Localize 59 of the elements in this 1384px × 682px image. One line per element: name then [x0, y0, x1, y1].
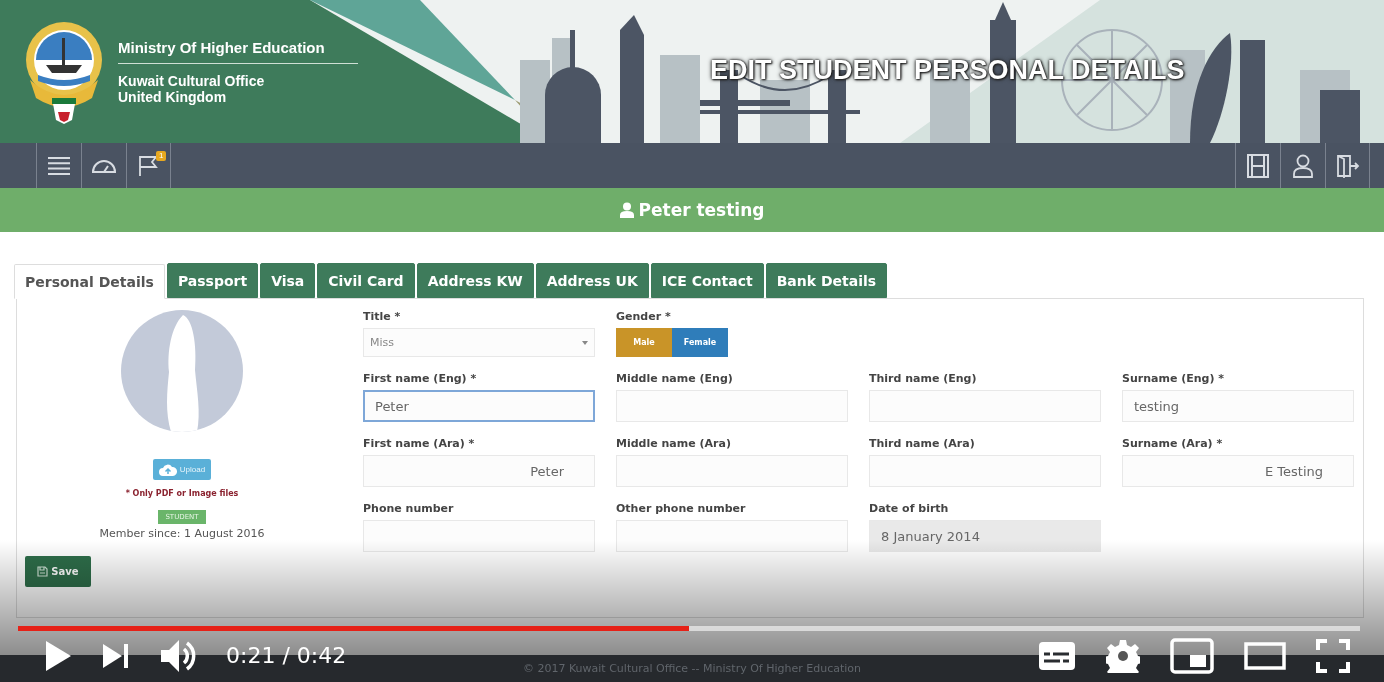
input-field[interactable]: Peter	[363, 390, 595, 422]
field-label: Third name (Eng)	[869, 372, 978, 386]
user-icon	[619, 202, 634, 218]
office-name: United Kingdom	[118, 88, 228, 105]
menu-icon	[47, 155, 71, 176]
playback-time: 0:21 / 0:42	[226, 644, 347, 668]
input-field[interactable]: Peter	[363, 455, 595, 487]
tab[interactable]: Address KW	[416, 263, 534, 298]
tab[interactable]: Personal Details	[14, 264, 165, 299]
input-field[interactable]: E Testing	[1122, 455, 1354, 487]
user-icon	[1293, 153, 1313, 178]
input-field[interactable]: testing	[1122, 390, 1354, 422]
notification-badge: 1	[156, 151, 167, 161]
skip-next-icon	[102, 643, 130, 669]
tab[interactable]: Passport	[166, 263, 259, 298]
title-dropdown[interactable]: Miss	[363, 328, 595, 357]
play-icon	[44, 640, 72, 672]
caret-icon	[582, 340, 588, 345]
tab[interactable]: Visa	[260, 263, 316, 298]
field-label: Phone number	[363, 502, 455, 516]
exit-door-icon	[1335, 153, 1360, 178]
file-type-note: * Only PDF or Image files	[125, 489, 239, 498]
field-label: Title *	[363, 310, 402, 324]
tab[interactable]: Civil Card	[317, 263, 415, 298]
field-label: First name (Ara) *	[363, 437, 476, 451]
dropdown-value: Miss	[370, 336, 394, 349]
student-name-heading: Peter testing	[619, 200, 765, 220]
gender-option[interactable]: Female	[672, 328, 728, 357]
field-label: Surname (Ara) *	[1122, 437, 1224, 451]
tab[interactable]: Address UK	[535, 263, 649, 298]
gender-option[interactable]: Male	[616, 328, 672, 357]
ministry-title: Ministry Of Higher Education	[118, 38, 358, 64]
tab[interactable]: ICE Contact	[650, 263, 764, 298]
office-name: Kuwait Cultural Office	[118, 72, 266, 89]
field-label: Third name (Ara)	[869, 437, 976, 451]
volume-icon	[160, 638, 198, 674]
field-label: Middle name (Eng)	[616, 372, 734, 386]
settings-icon	[1106, 639, 1140, 673]
save-button[interactable]: Save	[25, 556, 91, 587]
input-field[interactable]	[616, 520, 848, 552]
floppy-disk-icon	[37, 566, 49, 577]
member-since-text: Member since: 1 August 2016	[99, 527, 265, 540]
flag-icon	[137, 154, 160, 177]
field-label: Other phone number	[616, 502, 747, 516]
input-field[interactable]	[363, 520, 595, 552]
field-label: Date of birth	[869, 502, 950, 516]
tab[interactable]: Bank Details	[765, 263, 888, 298]
field-label: Middle name (Ara)	[616, 437, 732, 451]
copyright-text: © 2017 Kuwait Cultural Office -- Ministry Of Higher Education	[522, 662, 862, 675]
film-icon	[1247, 153, 1269, 178]
speedometer-icon	[91, 157, 117, 174]
progress-bar[interactable]	[18, 626, 1360, 631]
cloud-upload-icon	[158, 463, 177, 476]
field-label: Gender *	[616, 310, 672, 324]
fullscreen-icon	[1316, 639, 1350, 673]
theater-mode-icon	[1244, 642, 1286, 670]
miniplayer-icon	[1170, 638, 1214, 674]
field-label: First name (Eng) *	[363, 372, 478, 386]
field-label: Surname (Eng) *	[1122, 372, 1226, 386]
